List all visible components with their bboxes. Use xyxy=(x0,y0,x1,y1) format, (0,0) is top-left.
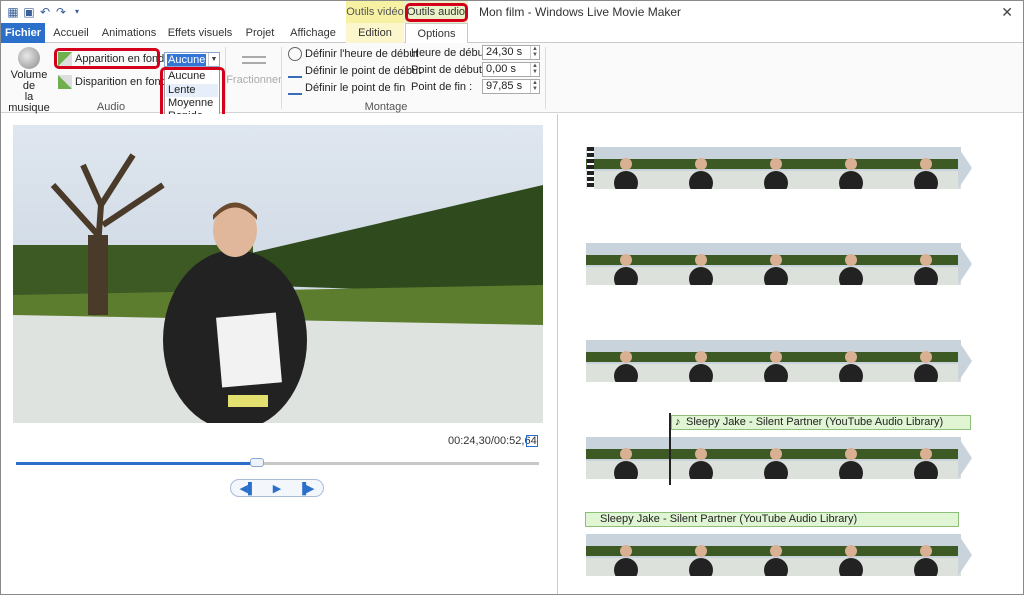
audio-clip-1-label: Sleepy Jake - Silent Partner (YouTube Au… xyxy=(686,416,944,428)
fade-out-label: Disparition en fondu xyxy=(75,76,173,88)
filmstrip-thumbnails xyxy=(586,340,972,388)
start-time-label: Heure de début : xyxy=(411,47,493,59)
video-preview[interactable] xyxy=(13,125,543,423)
audio-clip-2-label: Sleepy Jake - Silent Partner (YouTube Au… xyxy=(600,513,858,525)
chevron-down-icon[interactable]: ▼ xyxy=(208,53,219,66)
fullscreen-icon[interactable] xyxy=(526,435,538,447)
video-clip-track[interactable] xyxy=(586,147,972,195)
customize-icon[interactable]: ▾ xyxy=(69,4,85,20)
redo-icon[interactable]: ↷ xyxy=(53,4,69,20)
split-label: Fractionner xyxy=(226,74,282,86)
start-point-icon xyxy=(288,64,302,78)
clock-icon xyxy=(288,47,302,61)
set-start-time-button[interactable]: Définir l'heure de début xyxy=(288,47,418,61)
tab-visual-effects[interactable]: Effets visuels xyxy=(165,23,235,43)
speaker-icon xyxy=(18,47,40,69)
title-bar: ▦ ▣ ↶ ↷ ▾ Outils vidéo Outils audio Mon … xyxy=(1,1,1023,23)
music-note-icon: ♪ xyxy=(675,416,681,428)
fade-out-icon xyxy=(58,75,72,89)
split-button[interactable]: Fractionner xyxy=(226,51,282,86)
timecode: 00:24,30/00:52,64 xyxy=(448,435,537,447)
app-icon[interactable]: ▦ xyxy=(5,4,21,20)
split-icon xyxy=(242,56,266,64)
end-point-field[interactable]: 97,85 s ▲ ▼ xyxy=(482,79,540,94)
video-clip-track[interactable] xyxy=(586,340,972,388)
editing-group-label: Montage xyxy=(364,101,408,113)
end-point-label: Point de fin : xyxy=(411,81,473,93)
tab-options[interactable]: Options xyxy=(405,23,468,44)
set-end-point-label: Définir le point de fin xyxy=(305,82,406,94)
set-end-point-button[interactable]: Définir le point de fin xyxy=(288,81,405,95)
seek-bar[interactable] xyxy=(16,458,539,467)
tab-animations[interactable]: Animations xyxy=(97,23,161,43)
video-clip-track[interactable] xyxy=(586,437,972,485)
tab-home[interactable]: Accueil xyxy=(49,23,93,43)
spinner-arrows-icon[interactable]: ▲ ▼ xyxy=(530,46,539,59)
start-point-label: Point de début : xyxy=(411,64,489,76)
start-time-value: 24,30 s xyxy=(486,46,523,58)
fade-out-button[interactable]: Disparition en fondu xyxy=(58,75,173,89)
ribbon-tabs: Fichier Accueil Animations Effets visuel… xyxy=(1,23,1023,44)
highlight-audio-tools xyxy=(405,3,468,22)
set-start-point-button[interactable]: Définir le point de début xyxy=(288,64,421,78)
play-icon[interactable]: ▶ xyxy=(273,482,281,495)
previous-frame-icon[interactable]: ◀▌ xyxy=(240,482,256,495)
audio-clip-1[interactable]: ♪ Sleepy Jake - Silent Partner (YouTube … xyxy=(671,415,971,430)
audio-clip-2[interactable]: Sleepy Jake - Silent Partner (YouTube Au… xyxy=(585,512,959,527)
tab-project[interactable]: Projet xyxy=(239,23,281,43)
spinner-arrows-icon[interactable]: ▲ ▼ xyxy=(530,63,539,76)
separator xyxy=(281,47,282,109)
start-marker xyxy=(587,147,594,189)
start-time-field[interactable]: 24,30 s ▲ ▼ xyxy=(482,45,540,60)
movie-maker-window: ▦ ▣ ↶ ↷ ▾ Outils vidéo Outils audio Mon … xyxy=(0,0,1024,595)
spinner-arrows-icon[interactable]: ▲ ▼ xyxy=(530,80,539,93)
video-clip-track[interactable] xyxy=(586,534,972,582)
highlight-fade-in xyxy=(54,48,160,69)
close-icon[interactable]: ✕ xyxy=(1001,1,1013,23)
audio-group-label: Audio xyxy=(96,101,126,113)
separator xyxy=(545,47,546,109)
music-volume-label-2: la musique xyxy=(8,91,50,114)
fade-speed-combo[interactable]: Aucune ▼ xyxy=(164,52,220,67)
contextual-tab-video-tools: Outils vidéo xyxy=(346,1,404,23)
filmstrip-thumbnails xyxy=(586,147,972,195)
music-volume-button[interactable]: Volume de la musique xyxy=(7,46,51,114)
tab-view[interactable]: Affichage xyxy=(285,23,341,43)
seek-thumb[interactable] xyxy=(249,458,264,467)
music-volume-label-1: Volume de xyxy=(10,69,48,92)
start-point-field[interactable]: 0,00 s ▲ ▼ xyxy=(482,62,540,77)
save-icon[interactable]: ▣ xyxy=(21,4,37,20)
undo-icon[interactable]: ↶ xyxy=(37,4,53,20)
set-start-time-label: Définir l'heure de début xyxy=(305,48,419,60)
video-frame xyxy=(13,125,543,423)
filmstrip-thumbnails xyxy=(586,534,972,582)
end-point-icon xyxy=(288,81,302,95)
quick-access-toolbar: ▦ ▣ ↶ ↷ ▾ xyxy=(5,4,85,20)
window-title: Mon film - Windows Live Movie Maker xyxy=(479,5,682,19)
playback-controls: ◀▌ ▶ ▐▶ xyxy=(230,479,324,497)
tab-edit[interactable]: Edition xyxy=(346,23,404,43)
seek-progress xyxy=(16,462,257,465)
set-start-point-label: Définir le point de début xyxy=(305,65,422,77)
filmstrip-thumbnails xyxy=(586,437,972,485)
next-frame-icon[interactable]: ▐▶ xyxy=(298,482,314,495)
filmstrip-thumbnails xyxy=(586,243,972,291)
start-point-value: 0,00 s xyxy=(486,63,516,75)
end-point-value: 97,85 s xyxy=(486,80,523,92)
tab-file[interactable]: Fichier xyxy=(1,23,45,43)
video-clip-track[interactable] xyxy=(586,243,972,291)
fade-speed-value: Aucune xyxy=(167,54,207,66)
